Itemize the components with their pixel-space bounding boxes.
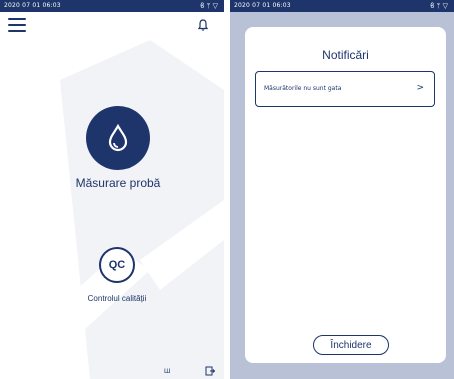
hamburger-line — [8, 30, 26, 32]
close-button[interactable]: Închidere — [313, 335, 389, 355]
status-bar: 2020 07 01 06:03 ϐᛘ▽ — [230, 0, 454, 12]
home-screen: 2020 07 01 06:03 ϐᛘ▽ Măsurare probă QC C… — [0, 0, 224, 379]
notification-text: Măsurătorile nu sunt gata — [264, 85, 342, 92]
notification-item[interactable]: Măsurătorile nu sunt gata > — [255, 71, 435, 107]
status-time: 2020 07 01 06:03 — [234, 2, 291, 9]
qc-badge: QC — [108, 259, 126, 271]
exit-icon[interactable] — [205, 366, 215, 376]
status-icons: ϐᛘ▽ — [200, 0, 220, 12]
water-drop-icon — [108, 124, 128, 152]
menu-button[interactable] — [8, 18, 26, 32]
dialog-title: Notificări — [322, 48, 369, 62]
status-icons: ϐᛘ▽ — [430, 0, 450, 12]
hamburger-line — [8, 24, 26, 26]
bell-icon[interactable] — [196, 18, 210, 32]
notifications-screen: 2020 07 01 06:03 ϐᛘ▽ Notificări Măsurăto… — [230, 0, 454, 379]
measure-sample-label[interactable]: Măsurare probă — [30, 176, 206, 190]
wifi-icon: ▽ — [212, 2, 220, 10]
hamburger-menu-icon — [8, 18, 26, 20]
notifications-dialog: Notificări Măsurătorile nu sunt gata > Î… — [245, 27, 446, 363]
chevron-right-icon: > — [416, 83, 424, 93]
quality-control-label[interactable]: Controlul calității — [40, 294, 194, 303]
close-button-label: Închidere — [330, 339, 372, 351]
status-time: 2020 07 01 06:03 — [4, 2, 61, 9]
status-bar: 2020 07 01 06:03 ϐᛘ▽ — [0, 0, 224, 12]
footer-indicator: Ш — [164, 368, 171, 375]
wifi-icon: ▽ — [442, 2, 450, 10]
quality-control-button[interactable]: QC — [99, 247, 135, 283]
measure-sample-button[interactable] — [86, 106, 150, 170]
